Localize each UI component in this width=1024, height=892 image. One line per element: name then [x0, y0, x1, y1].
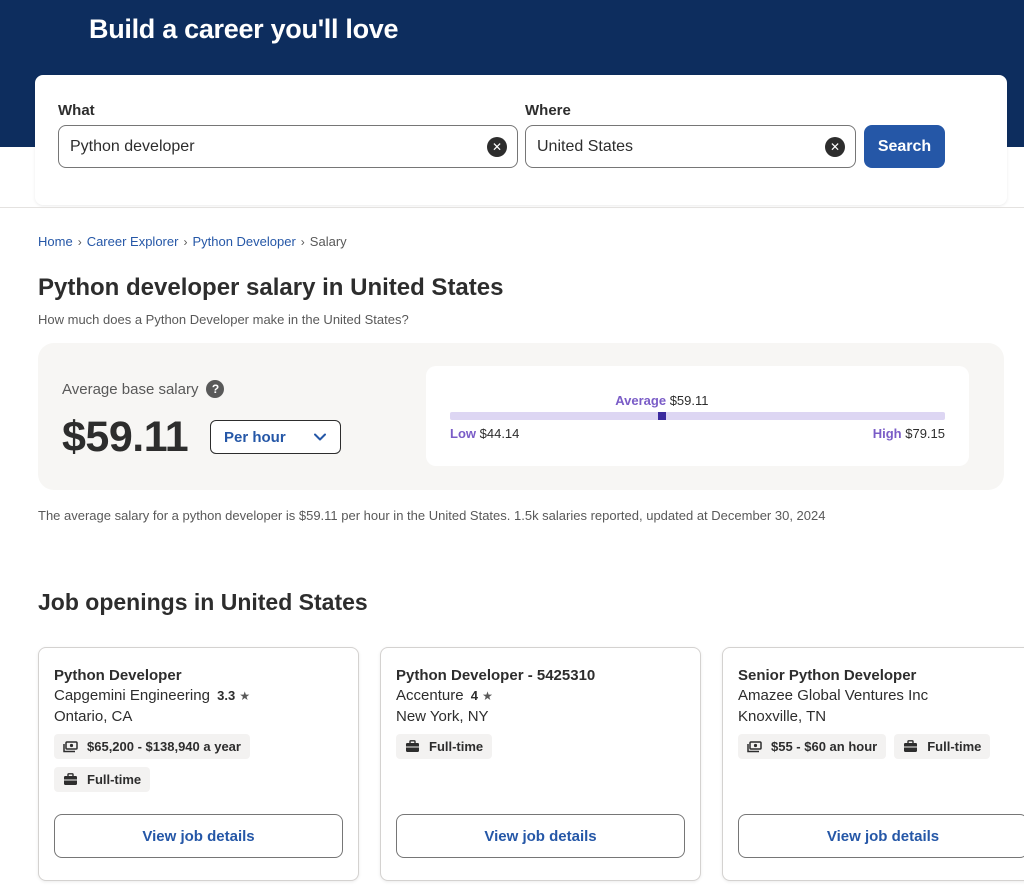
what-input-value[interactable]: Python developer — [70, 138, 487, 156]
company-line: Accenture 4 ★ — [396, 687, 493, 704]
company-line: Capgemini Engineering 3.3 ★ — [54, 687, 250, 704]
salary-panel: Average base salary ? $59.11 Per hour Av… — [38, 343, 1004, 490]
range-high: High $79.15 — [873, 426, 945, 441]
range-high-value: $79.15 — [905, 426, 945, 441]
chevron-right-icon: › — [300, 234, 305, 249]
search-form: What Python developer ✕ Where United Sta… — [35, 75, 1007, 205]
job-tags: Full-time — [396, 734, 696, 759]
company-rating: 3.3 — [217, 688, 236, 703]
page-subtitle: How much does a Python Developer make in… — [38, 312, 409, 327]
salary-summary: The average salary for a python develope… — [38, 508, 826, 523]
breadcrumb-current: Salary — [309, 234, 347, 249]
pay-period-select[interactable]: Per hour — [210, 420, 341, 454]
job-type-tag: Full-time — [396, 734, 493, 759]
salary-tag: $55 - $60 an hour — [738, 734, 887, 759]
star-icon: ★ — [239, 689, 251, 703]
money-icon — [63, 740, 78, 753]
breadcrumb-home[interactable]: Home — [38, 234, 73, 249]
star-icon: ★ — [482, 689, 493, 703]
chevron-down-icon[interactable] — [314, 430, 326, 444]
range-average-value: $59.11 — [669, 393, 709, 408]
view-job-details-button[interactable]: View job details — [738, 814, 1024, 858]
company-name[interactable]: Accenture — [396, 687, 464, 704]
salary-tag-text: $65,200 - $138,940 a year — [87, 739, 241, 754]
money-icon — [747, 740, 762, 753]
company-name[interactable]: Amazee Global Ventures Inc — [738, 687, 928, 704]
job-location: New York, NY — [396, 708, 489, 725]
salary-tag: $65,200 - $138,940 a year — [54, 734, 250, 759]
breadcrumb-career-explorer[interactable]: Career Explorer — [87, 234, 179, 249]
pay-period-value[interactable]: Per hour — [224, 429, 314, 446]
job-title[interactable]: Senior Python Developer — [738, 667, 916, 684]
average-salary-amount: $59.11 — [62, 413, 189, 461]
what-input[interactable]: Python developer ✕ — [58, 125, 518, 168]
view-job-details-button[interactable]: View job details — [396, 814, 685, 858]
job-type-tag: Full-time — [54, 767, 151, 792]
range-low-value: $44.14 — [479, 426, 520, 441]
job-location: Knoxville, TN — [738, 708, 827, 725]
range-high-title: High — [872, 426, 902, 441]
where-input[interactable]: United States ✕ — [525, 125, 856, 168]
chevron-right-icon: › — [183, 234, 188, 249]
company-rating: 4 — [470, 688, 478, 703]
company-name[interactable]: Capgemini Engineering — [54, 687, 210, 704]
job-card[interactable]: Python Developer Capgemini Engineering 3… — [38, 647, 359, 881]
search-button[interactable]: Search — [864, 125, 945, 168]
breadcrumb: Home › Career Explorer › Python Develope… — [38, 234, 347, 249]
salary-tag-text: $55 - $60 an hour — [771, 739, 878, 754]
chevron-right-icon: › — [77, 234, 82, 249]
job-title[interactable]: Python Developer — [54, 667, 182, 684]
briefcase-icon — [903, 740, 918, 753]
range-average-title: Average — [615, 393, 667, 408]
hero-title: Build a career you'll love — [89, 14, 399, 44]
job-title[interactable]: Python Developer - 5425310 — [396, 667, 595, 684]
job-type-tag: Full-time — [894, 734, 991, 759]
clear-what-icon[interactable]: ✕ — [487, 136, 507, 157]
range-low: Low $44.14 — [450, 426, 519, 441]
range-low-title: Low — [450, 426, 476, 441]
salary-range-bar — [450, 412, 945, 420]
briefcase-icon — [405, 740, 420, 753]
job-type-tag-text: Full-time — [927, 739, 982, 754]
section-divider — [0, 207, 1024, 208]
jobs-section-title: Job openings in United States — [38, 589, 368, 615]
job-tags: $55 - $60 an hour Full-time — [738, 734, 1024, 759]
page-title: Python developer salary in United States — [38, 274, 504, 301]
job-card[interactable]: Senior Python Developer Amazee Global Ve… — [722, 647, 1024, 881]
breadcrumb-python-developer[interactable]: Python Developer — [192, 234, 295, 249]
what-label: What — [58, 102, 95, 119]
range-average-label: Average $59.11 — [615, 393, 708, 408]
where-label: Where — [525, 102, 571, 119]
view-job-details-button[interactable]: View job details — [54, 814, 343, 858]
company-line: Amazee Global Ventures Inc — [738, 687, 928, 704]
average-marker — [657, 412, 666, 420]
average-salary-label-text: Average base salary — [62, 380, 199, 398]
average-salary-label: Average base salary ? — [62, 380, 225, 398]
where-input-value[interactable]: United States — [537, 138, 825, 156]
job-card[interactable]: Python Developer - 5425310 Accenture 4 ★… — [380, 647, 701, 881]
job-tags: $65,200 - $138,940 a year Full-time — [54, 734, 354, 792]
job-type-tag-text: Full-time — [87, 772, 142, 787]
help-icon[interactable]: ? — [206, 380, 225, 398]
salary-range-card: Average $59.11 Low $44.14 High $79.15 — [426, 366, 969, 466]
job-type-tag-text: Full-time — [429, 739, 484, 754]
clear-where-icon[interactable]: ✕ — [825, 136, 845, 157]
briefcase-icon — [63, 773, 78, 786]
job-location: Ontario, CA — [54, 708, 133, 725]
